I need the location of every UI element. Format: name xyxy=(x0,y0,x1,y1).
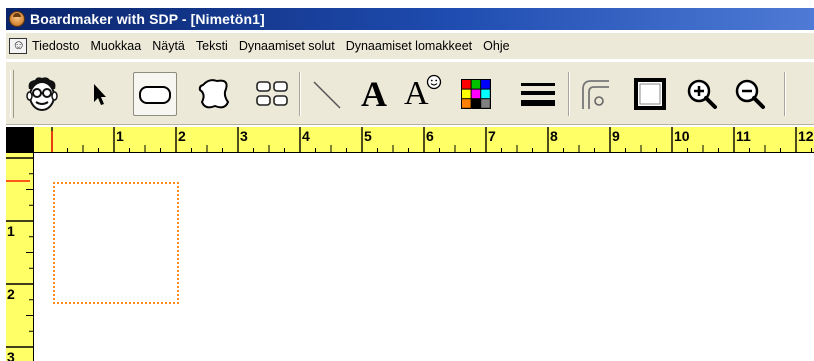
board-canvas[interactable] xyxy=(35,154,814,361)
ruler-label: 6 xyxy=(426,128,434,144)
palette-swatch xyxy=(471,80,481,89)
color-palette-icon xyxy=(461,79,491,109)
corner-style-button[interactable] xyxy=(572,72,616,116)
zoom-out-button[interactable] xyxy=(728,72,772,116)
ruler-label: 4 xyxy=(302,128,310,144)
ruler-label: 2 xyxy=(178,128,186,144)
symbol-text-icon: A xyxy=(402,74,442,114)
line-thickness-icon xyxy=(521,83,555,106)
text-tool-button[interactable]: A xyxy=(352,72,396,116)
palette-swatch xyxy=(462,99,471,108)
pointer-button[interactable] xyxy=(77,72,121,116)
zoom-in-button[interactable] xyxy=(680,72,724,116)
toolbar-separator xyxy=(568,72,570,116)
palette-swatch xyxy=(462,89,471,99)
menu-muokkaa[interactable]: Muokkaa xyxy=(90,39,141,53)
rounded-rectangle-button[interactable] xyxy=(133,72,177,116)
symbol-finder-face-icon xyxy=(26,77,58,111)
border-style-icon xyxy=(634,78,666,110)
toolbar-separator xyxy=(299,72,301,116)
freeform-shape-button[interactable] xyxy=(192,72,236,116)
horizontal-ruler-ticks xyxy=(51,127,812,152)
palette-swatch xyxy=(471,89,481,99)
grid-cells-button[interactable] xyxy=(250,72,294,116)
rounded-rectangle-icon xyxy=(139,86,171,104)
toolbar-separator xyxy=(784,72,786,116)
palette-swatch xyxy=(481,80,490,89)
menu-nayta[interactable]: Näytä xyxy=(152,39,185,53)
ruler-label: 10 xyxy=(674,128,690,144)
text-tool-icon: A xyxy=(361,74,387,114)
menu-teksti[interactable]: Teksti xyxy=(196,39,228,53)
ruler-label: 3 xyxy=(7,349,15,361)
ruler-label: 12 xyxy=(798,128,814,144)
document-face-icon[interactable] xyxy=(9,37,27,54)
ruler-label: 9 xyxy=(612,128,620,144)
smiley-face-icon xyxy=(426,74,442,90)
menu-dynaamiset-solut[interactable]: Dynaamiset solut xyxy=(239,39,335,53)
toolbar: A A xyxy=(6,61,814,125)
symbol-text-glyph: A xyxy=(404,75,429,112)
palette-swatch xyxy=(462,80,471,89)
symbol-cell[interactable] xyxy=(53,182,179,304)
title-bar[interactable]: Boardmaker with SDP - [Nimetön1] xyxy=(6,8,814,30)
line-tool-icon xyxy=(313,81,341,109)
menu-ohje[interactable]: Ohje xyxy=(483,39,509,53)
line-thickness-button[interactable] xyxy=(516,72,560,116)
boardmaker-face-icon xyxy=(9,11,25,27)
freeform-shape-icon xyxy=(198,79,230,109)
line-tool-button[interactable] xyxy=(304,72,348,116)
pointer-arrow-icon xyxy=(94,84,106,105)
menu-bar: Tiedosto Muokkaa Näytä Teksti Dynaamiset… xyxy=(6,33,814,59)
grid-cells-icon xyxy=(256,81,288,106)
vertical-ruler[interactable]: 1 2 3 xyxy=(6,153,34,361)
ruler-label: 1 xyxy=(7,223,15,239)
palette-swatch xyxy=(471,99,481,108)
window-title: Boardmaker with SDP - [Nimetön1] xyxy=(30,11,265,27)
ruler-label: 5 xyxy=(364,128,372,144)
horizontal-ruler[interactable]: 1 2 3 4 5 6 7 8 9 10 11 12 xyxy=(34,127,814,153)
palette-swatch xyxy=(481,89,490,99)
ruler-label: 11 xyxy=(736,128,751,144)
ruler-label: 3 xyxy=(240,128,248,144)
menu-tiedosto[interactable]: Tiedosto xyxy=(32,39,79,53)
symbol-finder-button[interactable] xyxy=(20,72,64,116)
toolbar-grip[interactable] xyxy=(10,70,14,118)
color-palette-button[interactable] xyxy=(454,72,498,116)
ruler-label: 8 xyxy=(550,128,558,144)
ruler-corner xyxy=(6,127,34,153)
ruler-label: 7 xyxy=(488,128,496,144)
symbol-text-button[interactable]: A xyxy=(400,72,444,116)
zoom-out-icon xyxy=(735,79,765,109)
menu-dynaamiset-lomakkeet[interactable]: Dynaamiset lomakkeet xyxy=(346,39,472,53)
vertical-ruler-ticks xyxy=(6,157,33,348)
palette-swatch xyxy=(481,99,490,108)
ruler-label: 1 xyxy=(116,128,124,144)
corner-style-icon xyxy=(582,80,609,109)
border-style-button[interactable] xyxy=(628,72,672,116)
ruler-label: 2 xyxy=(7,286,15,302)
zoom-in-icon xyxy=(687,79,717,109)
